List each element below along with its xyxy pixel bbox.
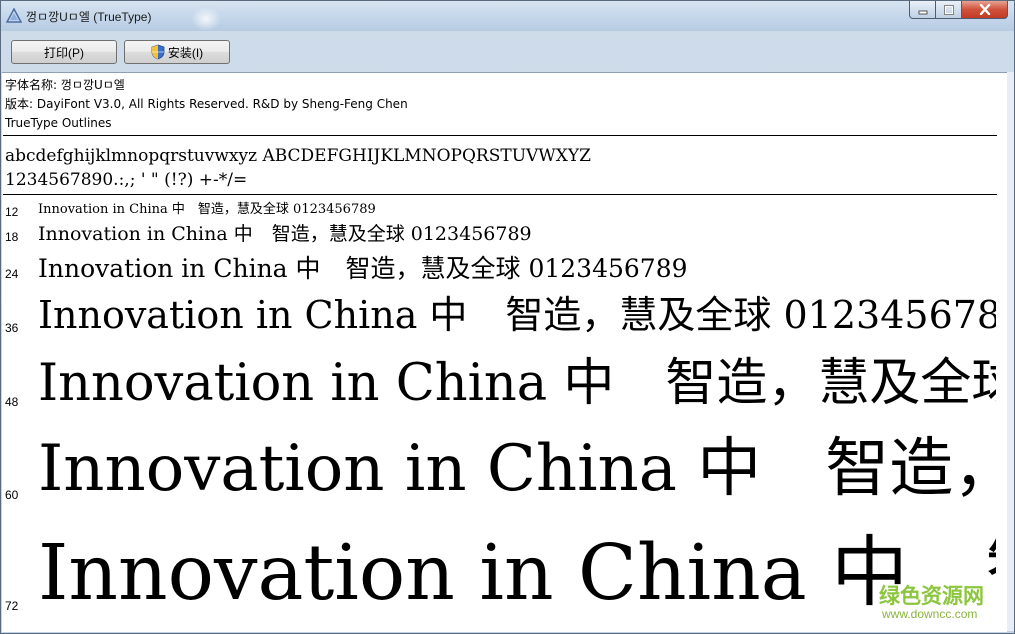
sample-size-label: 60 (5, 488, 19, 502)
sample-row: 48 Innovation in China 中 智造，慧及全球 0123456… (2, 348, 996, 409)
sample-row: 72 Innovation in China 中 智造，慧及全球 0123456… (2, 521, 996, 613)
sample-row: 36 Innovation in China 中 智造，慧及全球 0123456… (2, 288, 996, 335)
minimize-button[interactable] (909, 1, 936, 19)
sample-list: 12 Innovation in China 中 智造，慧及全球 0123456… (2, 73, 996, 632)
sample-text: Innovation in China 中 智造，慧及全球 0123456789 (38, 529, 996, 618)
sample-row: 12 Innovation in China 中 智造，慧及全球 0123456… (2, 202, 996, 219)
print-button[interactable]: 打印(P) (11, 40, 117, 64)
right-edge-strip (1007, 72, 1014, 631)
sample-text: Innovation in China 中 智造，慧及全球 0123456789 (38, 354, 996, 413)
sample-text: Innovation in China 中 智造，慧及全球 0123456789 (38, 254, 688, 283)
title-bar[interactable]: 껑ㅁ깡Uㅁ엘 (TrueType) (1, 1, 1014, 31)
toolbar: 打印(P) 安装(I) (1, 31, 1014, 72)
maximize-icon (943, 4, 954, 15)
maximize-button[interactable] (936, 1, 962, 19)
sample-row: 18 Innovation in China 中 智造，慧及全球 0123456… (2, 222, 996, 245)
sample-size-label: 72 (5, 599, 19, 613)
close-button[interactable] (962, 1, 1008, 19)
sample-size-label: 12 (5, 205, 19, 219)
install-button[interactable]: 安装(I) (124, 40, 230, 64)
watermark-logo: 绿色资源网 (879, 585, 984, 608)
minimize-icon (918, 10, 927, 14)
watermark-url: www.downcc.com (882, 607, 978, 621)
sample-row: 60 Innovation in China 中 智造，慧及全球 0123456… (2, 425, 996, 502)
close-icon (979, 4, 990, 15)
watermark: 绿色资源网 www.downcc.com (879, 580, 997, 628)
sample-text: Innovation in China 中 智造，慧及全球 0123456789 (38, 202, 376, 217)
window-title: 껑ㅁ깡Uㅁ엘 (TrueType) (26, 10, 152, 24)
sample-size-label: 18 (5, 230, 19, 244)
sample-size-label: 48 (5, 395, 19, 409)
uac-shield-icon (151, 44, 165, 60)
font-file-icon (6, 8, 22, 23)
title-bar-glow (191, 7, 221, 31)
sample-text: Innovation in China 中 智造，慧及全球 0123456789 (38, 432, 996, 506)
font-viewer-window: 껑ㅁ깡Uㅁ엘 (TrueType) 打印(P) 安装(I) 字体名称: 껑ㅁ깡U… (0, 0, 1015, 634)
caption-buttons (909, 1, 1008, 21)
font-preview-pane[interactable]: 字体名称: 껑ㅁ깡Uㅁ엘 版本: DayiFont V3.0, All Righ… (2, 72, 1007, 632)
sample-size-label: 36 (5, 321, 19, 335)
print-button-label: 打印(P) (44, 45, 84, 60)
install-button-label: 安装(I) (167, 45, 204, 60)
sample-text: Innovation in China 中 智造，慧及全球 0123456789 (38, 293, 996, 337)
sample-row: 24 Innovation in China 中 智造，慧及全球 0123456… (2, 251, 996, 281)
sample-text: Innovation in China 中 智造，慧及全球 0123456789 (38, 223, 532, 245)
sample-size-label: 24 (5, 267, 19, 281)
